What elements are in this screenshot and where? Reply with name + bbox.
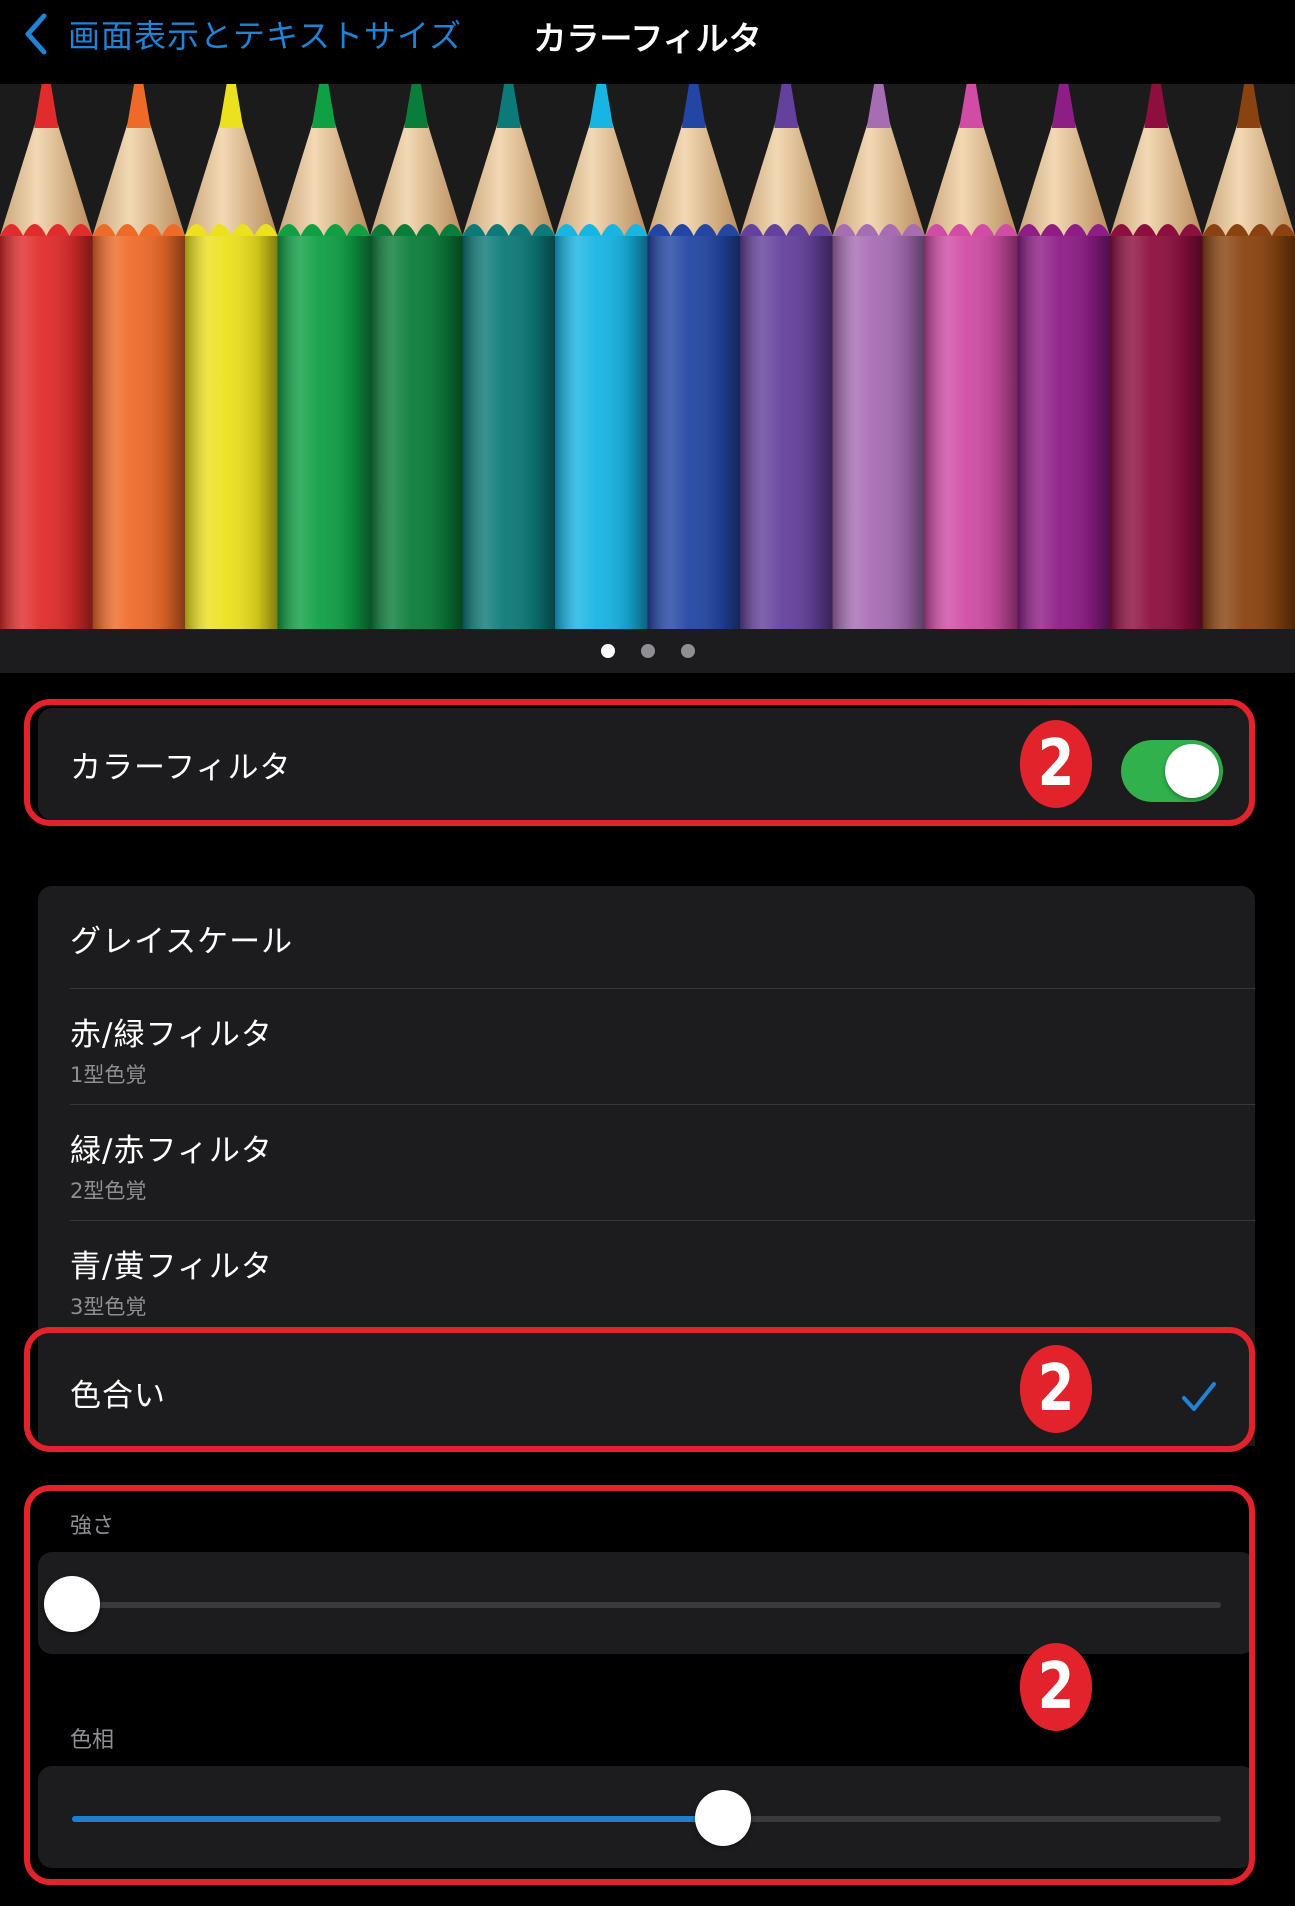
hue-section-label: 色相 bbox=[70, 1728, 115, 1753]
intensity-slider-row bbox=[38, 1552, 1255, 1654]
option-sublabel: 1型色覚 bbox=[70, 1063, 147, 1087]
annotation-number-badge: 2 bbox=[1019, 1643, 1093, 1731]
switch-knob bbox=[1165, 744, 1219, 798]
color-filter-switch[interactable] bbox=[1121, 740, 1223, 802]
pencil bbox=[462, 84, 555, 629]
hue-slider-thumb[interactable] bbox=[695, 1790, 752, 1846]
page-dot[interactable] bbox=[600, 644, 615, 658]
filter-option-green-red[interactable]: 緑/赤フィルタ 2型色覚 bbox=[38, 1105, 1255, 1220]
pencil bbox=[370, 84, 463, 629]
slider-fill bbox=[72, 1816, 724, 1822]
color-filter-label: カラーフィルタ bbox=[70, 750, 292, 786]
pencil bbox=[277, 84, 370, 629]
hue-slider-row bbox=[38, 1766, 1255, 1868]
filter-option-blue-yellow[interactable]: 青/黄フィルタ 3型色覚 bbox=[38, 1221, 1255, 1336]
pencil bbox=[1202, 84, 1295, 629]
filter-option-grayscale[interactable]: グレイスケール bbox=[38, 886, 1255, 988]
pencil bbox=[925, 84, 1018, 629]
intensity-section-label: 強さ bbox=[70, 1514, 115, 1539]
page-title: カラーフィルタ bbox=[533, 19, 762, 58]
intensity-slider-thumb[interactable] bbox=[44, 1576, 100, 1632]
colored-pencils-image bbox=[0, 84, 1295, 629]
pencil bbox=[185, 84, 278, 629]
pencil bbox=[647, 84, 740, 629]
page-dot[interactable] bbox=[680, 644, 695, 658]
pencil bbox=[1017, 84, 1110, 629]
page-indicator[interactable] bbox=[0, 629, 1295, 673]
pencil bbox=[740, 84, 833, 629]
option-sublabel: 2型色覚 bbox=[70, 1179, 147, 1203]
pencil bbox=[555, 84, 648, 629]
option-label: グレイスケール bbox=[70, 924, 294, 960]
annotation-number-badge: 2 bbox=[1019, 1345, 1093, 1433]
pencil bbox=[832, 84, 925, 629]
navigation-bar: 画面表示とテキストサイズ カラーフィルタ bbox=[0, 0, 1295, 84]
hue-slider[interactable] bbox=[72, 1816, 1221, 1822]
pencil bbox=[92, 84, 185, 629]
page-dot[interactable] bbox=[640, 644, 655, 658]
option-label: 赤/緑フィルタ bbox=[70, 1017, 273, 1053]
annotation-number-badge: 2 bbox=[1019, 720, 1093, 808]
option-label: 青/黄フィルタ bbox=[70, 1249, 273, 1285]
option-sublabel: 3型色覚 bbox=[70, 1295, 147, 1319]
option-label: 色合い bbox=[70, 1378, 166, 1414]
checkmark-icon bbox=[1182, 1382, 1216, 1411]
filter-option-red-green[interactable]: 赤/緑フィルタ 1型色覚 bbox=[38, 989, 1255, 1104]
intensity-slider[interactable] bbox=[72, 1602, 1221, 1608]
pencil bbox=[0, 84, 93, 629]
option-label: 緑/赤フィルタ bbox=[70, 1133, 273, 1169]
pencil bbox=[1110, 84, 1203, 629]
